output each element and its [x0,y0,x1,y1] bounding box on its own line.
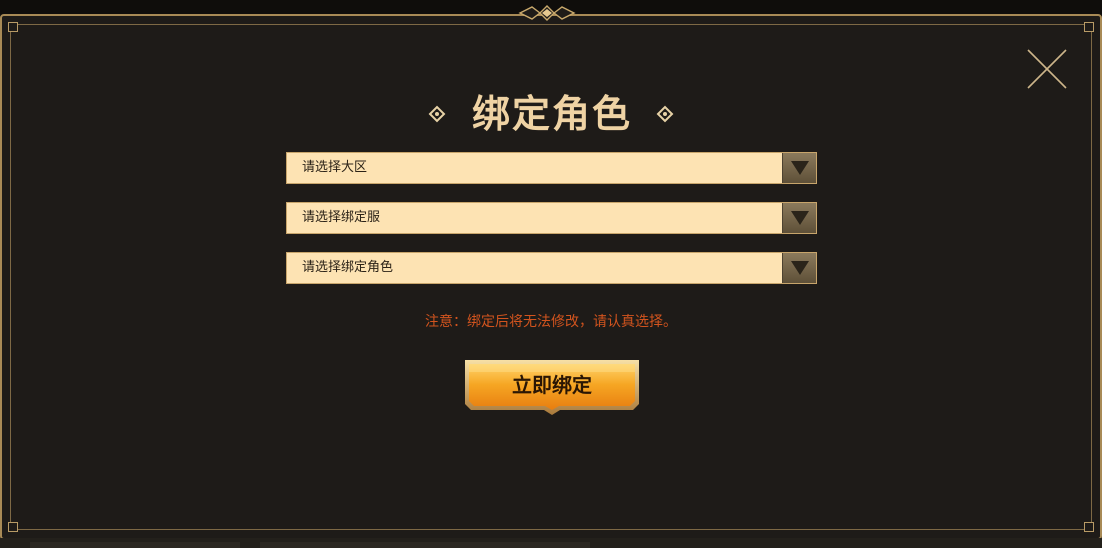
server-select[interactable]: 请选择绑定服 [286,202,817,234]
region-select[interactable]: 请选择大区 [286,152,817,184]
corner-ornament-bottom-left [8,522,18,532]
chevron-down-icon [791,161,809,175]
top-ornament-icon [518,5,576,21]
role-select-placeholder: 请选择绑定角色 [302,260,394,275]
role-select[interactable]: 请选择绑定角色 [286,252,817,284]
title-right-decoration-icon [656,105,784,123]
background-bottom [0,538,1102,548]
bind-warning-notice: 注意：绑定后将无法修改，请认真选择。 [425,314,677,330]
server-select-toggle[interactable] [782,203,816,233]
page: 绑定角色 请选择大区 请选择绑定服 请选择绑定角色 注意：绑定后将无法修改，请认… [0,0,1102,548]
close-icon [1027,49,1067,89]
dialog-title: 绑定角色 [471,91,632,136]
chevron-down-icon [791,261,809,275]
region-select-placeholder: 请选择大区 [302,160,368,175]
corner-ornament-bottom-right [1084,522,1094,532]
title-left-decoration-icon [318,105,446,123]
bind-now-button-label: 立即绑定 [512,373,592,397]
server-select-placeholder: 请选择绑定服 [302,210,381,225]
role-select-toggle[interactable] [782,253,816,283]
corner-ornament-top-right [1084,22,1094,32]
dialog-title-row: 绑定角色 [0,88,1102,140]
corner-ornament-top-left [8,22,18,32]
bind-now-button[interactable]: 立即绑定 [462,358,642,416]
region-select-toggle[interactable] [782,153,816,183]
chevron-down-icon [791,211,809,225]
close-button[interactable] [1024,48,1070,92]
